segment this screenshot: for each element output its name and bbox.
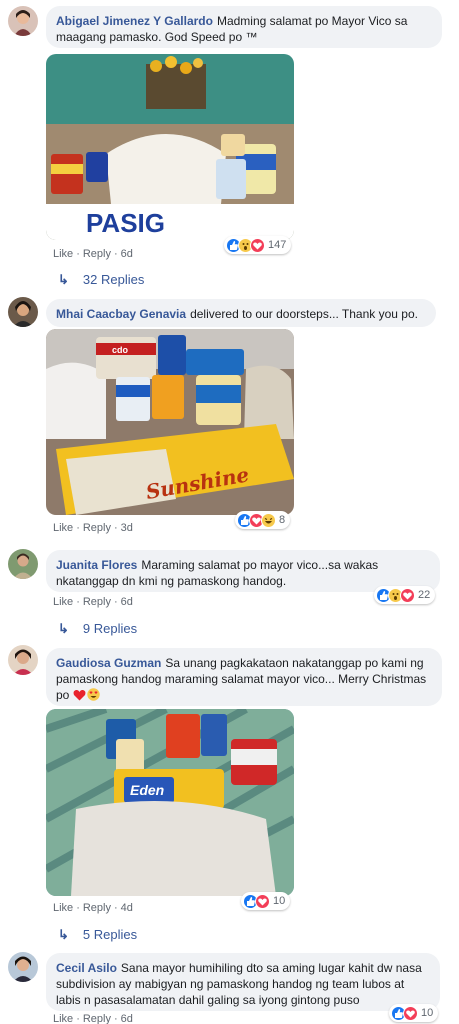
reaction-summary[interactable]: 10 [389, 1004, 439, 1022]
comment-actions: Like · Reply · 4d [53, 902, 133, 914]
svg-text:PASIG: PASIG [86, 208, 165, 238]
comment-photo[interactable]: Eden [46, 709, 294, 896]
reply-link[interactable]: Reply [83, 522, 111, 534]
view-replies-link[interactable]: ↳ 9 Replies [58, 621, 137, 637]
reply-link[interactable]: Reply [83, 1013, 111, 1024]
comment-time[interactable]: 4d [121, 902, 133, 914]
svg-text:Eden: Eden [130, 782, 164, 798]
haha-icon [261, 512, 276, 528]
comment-bubble: Abigael Jimenez Y Gallardo Madming salama… [46, 6, 442, 48]
replies-count: 5 Replies [82, 927, 138, 942]
avatar[interactable] [8, 645, 38, 675]
reaction-count: 10 [273, 895, 286, 907]
love-icon [255, 893, 270, 909]
reaction-summary[interactable]: 147 [224, 236, 292, 254]
view-replies-link[interactable]: ↳ 5 Replies [58, 927, 137, 943]
like-link[interactable]: Like [53, 596, 73, 608]
comment-actions: Like · Reply · 6d [53, 1013, 133, 1024]
comment-author[interactable]: Juanita Flores [56, 558, 137, 572]
reaction-summary[interactable]: 22 [374, 586, 436, 604]
comment-author[interactable]: Abigael Jimenez Y Gallardo [56, 14, 213, 28]
reaction-count: 147 [268, 239, 287, 251]
comment-bubble: Gaudiosa Guzman Sa unang pagkakataon naka… [46, 648, 442, 706]
reply-link[interactable]: Reply [83, 596, 111, 608]
love-icon [400, 587, 415, 603]
like-link[interactable]: Like [53, 522, 73, 534]
comment-actions: Like · Reply · 3d [53, 522, 133, 534]
avatar[interactable] [8, 549, 38, 579]
comment-author[interactable]: Gaudiosa Guzman [56, 656, 161, 670]
comment-time[interactable]: 3d [121, 522, 133, 534]
reaction-summary[interactable]: 8 [235, 511, 291, 529]
reply-link[interactable]: Reply [83, 248, 111, 260]
svg-text:cdo: cdo [112, 345, 129, 355]
like-link[interactable]: Like [53, 902, 73, 914]
reply-arrow-icon: ↳ [58, 927, 69, 942]
avatar[interactable] [8, 297, 38, 327]
reaction-count: 22 [418, 589, 431, 601]
comment-photo[interactable]: PASIG [46, 54, 294, 240]
comment-author[interactable]: Cecil Asilo [56, 961, 117, 975]
love-icon [250, 237, 265, 253]
comment-time[interactable]: 6d [121, 1013, 133, 1024]
love-icon [403, 1005, 418, 1021]
comment-actions: Like · Reply · 6d [53, 248, 133, 260]
comment-bubble: Mhai Caacbay Genavia delivered to our doo… [46, 299, 436, 327]
reply-arrow-icon: ↳ [58, 621, 69, 636]
comment-author[interactable]: Mhai Caacbay Genavia [56, 307, 186, 321]
heart-eyes-emoji-icon [87, 688, 100, 705]
reaction-summary[interactable]: 10 [241, 892, 291, 910]
comment-bubble: Cecil Asilo Sana mayor humihiling dto sa … [46, 953, 440, 1011]
reaction-count: 8 [279, 514, 286, 526]
like-link[interactable]: Like [53, 1013, 73, 1024]
avatar[interactable] [8, 6, 38, 36]
comment-time[interactable]: 6d [121, 596, 133, 608]
replies-count: 9 Replies [82, 621, 138, 636]
replies-count: 32 Replies [82, 272, 145, 287]
comment-time[interactable]: 6d [121, 248, 133, 260]
heart-emoji-icon [73, 689, 86, 705]
reaction-count: 10 [421, 1007, 434, 1019]
comment-text: delivered to our doorsteps... Thank you … [190, 307, 418, 321]
like-link[interactable]: Like [53, 248, 73, 260]
comment-actions: Like · Reply · 6d [53, 596, 133, 608]
reply-arrow-icon: ↳ [58, 272, 69, 287]
view-replies-link[interactable]: ↳ 32 Replies [58, 272, 144, 288]
avatar[interactable] [8, 952, 38, 982]
reply-link[interactable]: Reply [83, 902, 111, 914]
comment-photo[interactable]: cdo Sunshine [46, 329, 294, 515]
